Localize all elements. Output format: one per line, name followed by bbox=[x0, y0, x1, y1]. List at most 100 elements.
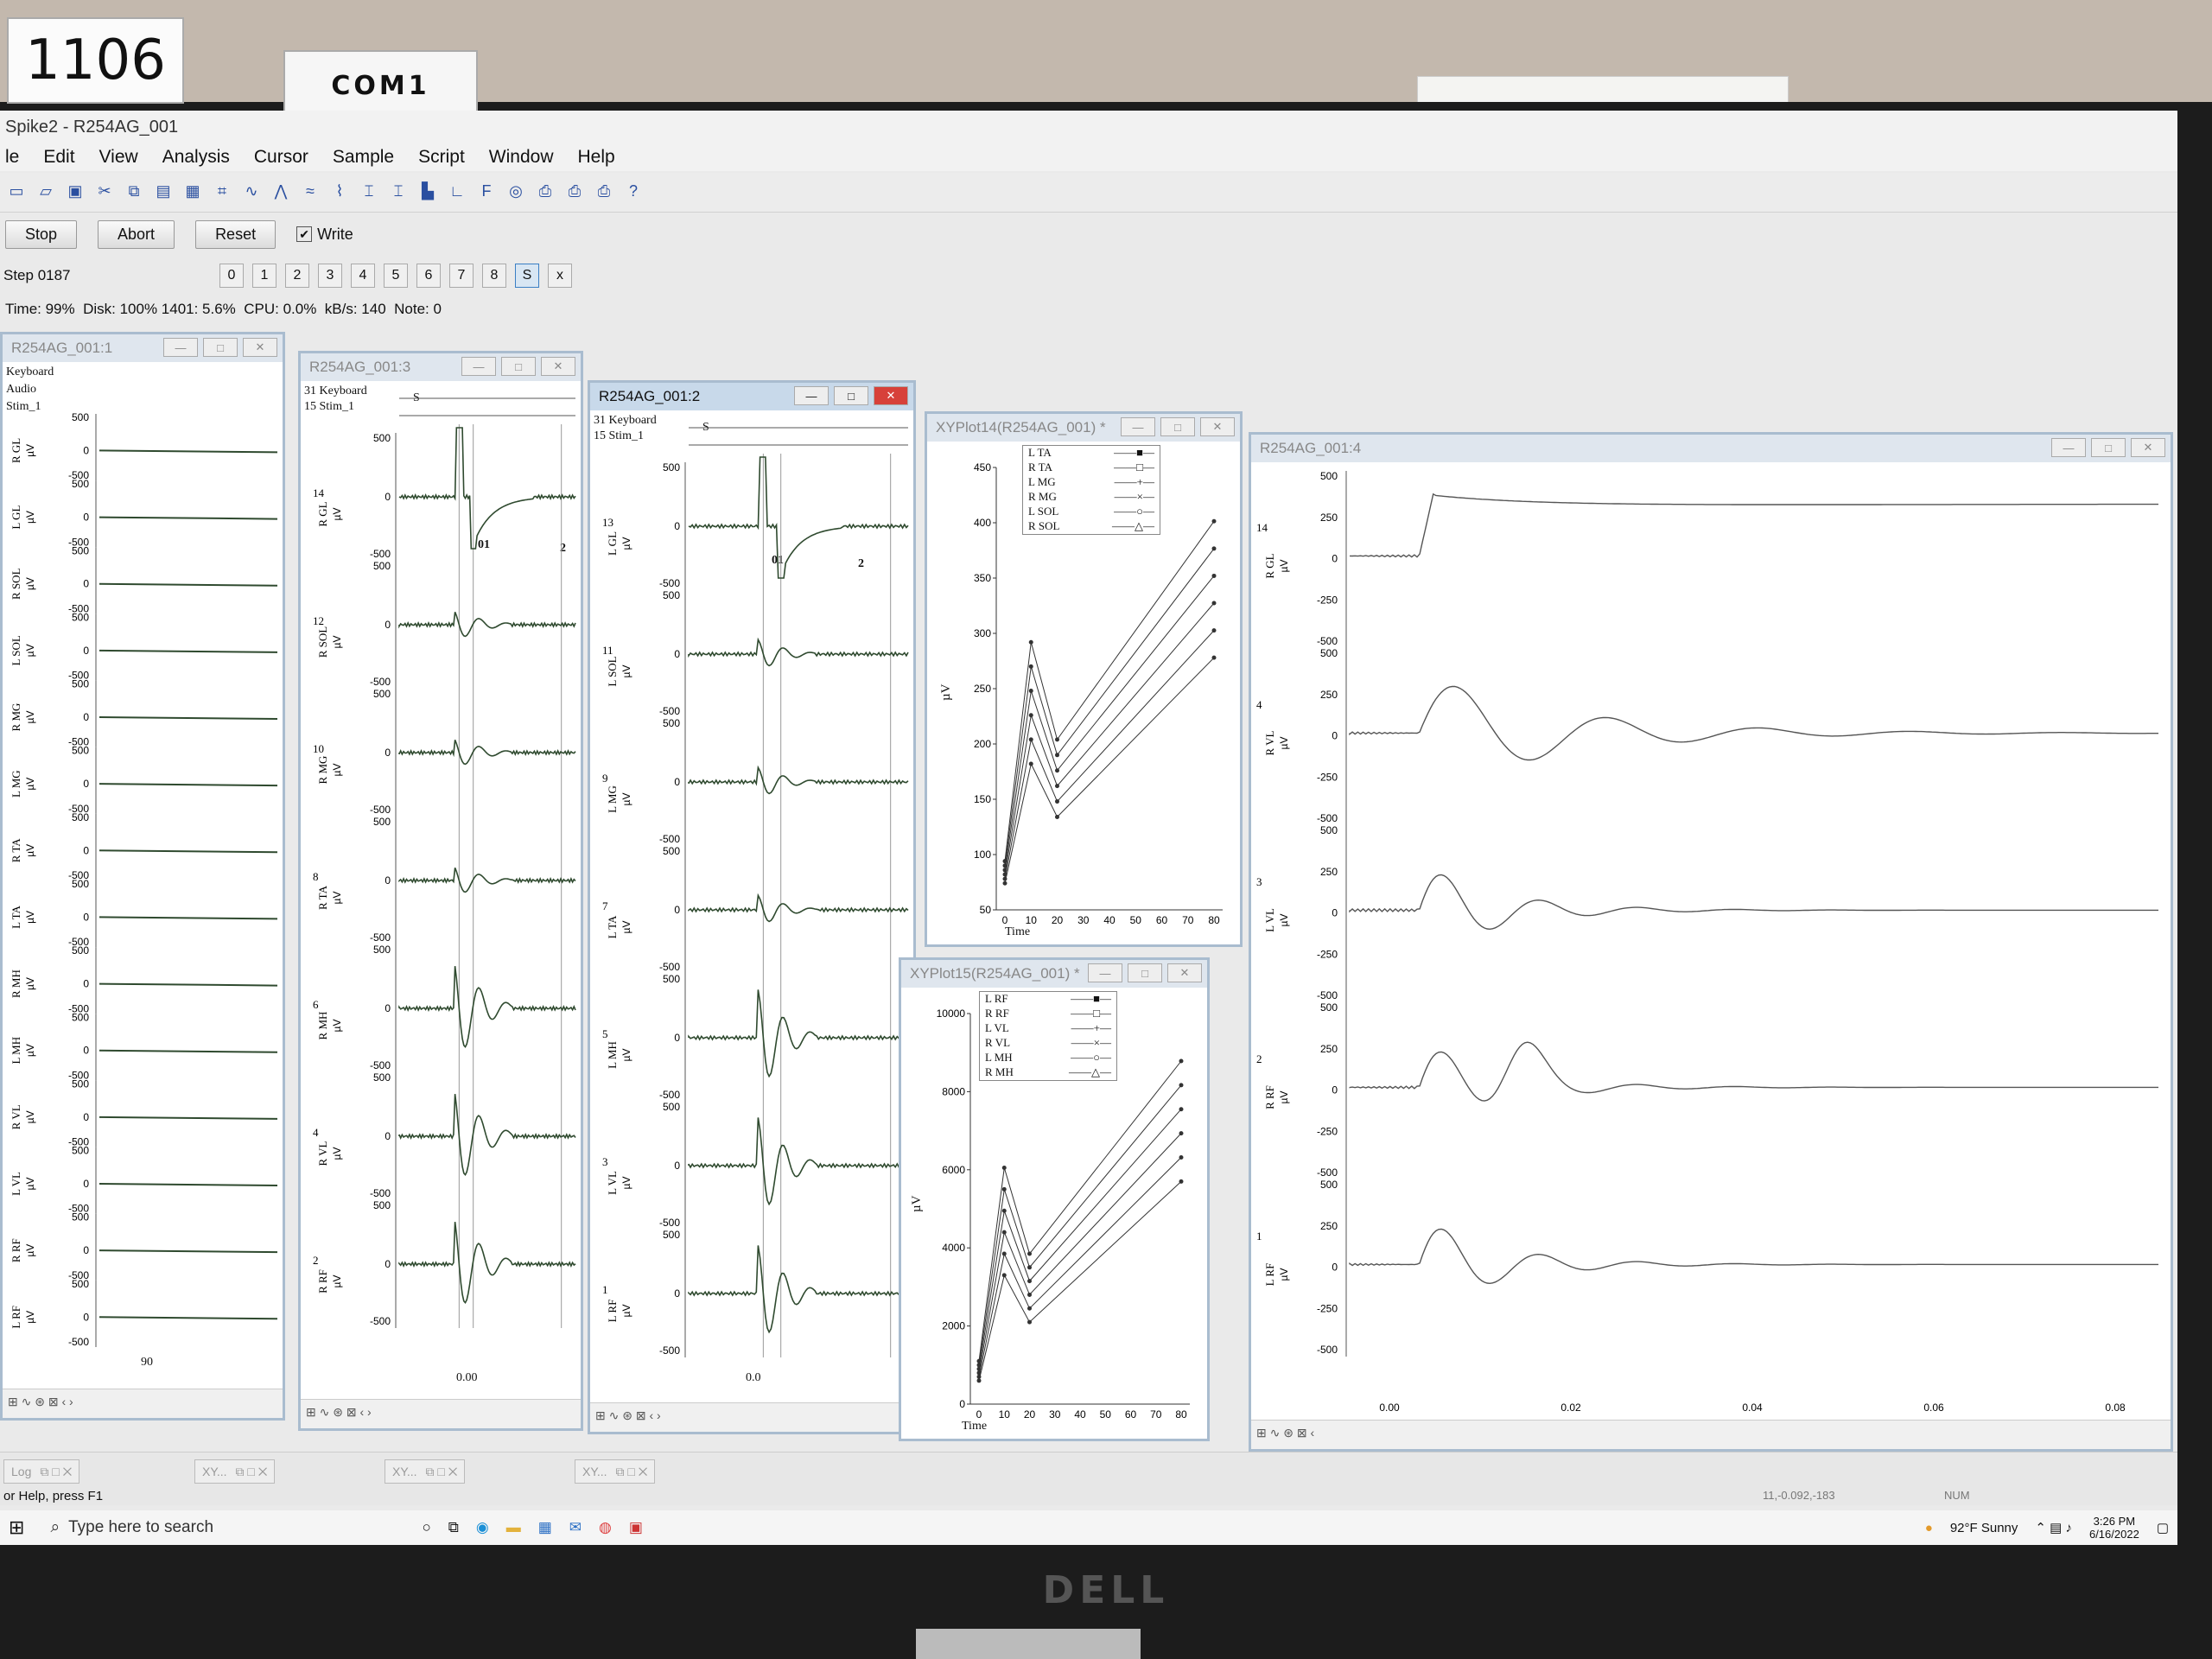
trace-area[interactable]: 31 Keyboard 15 Stim_1 S 01 2 14R GLµV500… bbox=[301, 381, 581, 1399]
edge-icon[interactable]: ◉ bbox=[476, 1519, 489, 1536]
waveform-icon[interactable]: ∿ bbox=[240, 180, 263, 202]
horizontal-scrollbar[interactable]: ⊞ ∿ ⊛ ⊠ ‹ › bbox=[301, 1399, 581, 1428]
step-button-1[interactable]: 1 bbox=[252, 264, 276, 288]
window-title-bar[interactable]: XYPlot14(R254AG_001) * — □ ✕ bbox=[927, 414, 1240, 442]
cut-icon[interactable]: ✂ bbox=[93, 180, 116, 202]
minimize-icon[interactable]: — bbox=[1121, 417, 1155, 436]
step-button-x[interactable]: x bbox=[548, 264, 572, 288]
save-icon[interactable]: ▣ bbox=[64, 180, 86, 202]
step-button-0[interactable]: 0 bbox=[219, 264, 244, 288]
copy-icon[interactable]: ⧉ bbox=[123, 180, 145, 202]
minimize-icon[interactable]: — bbox=[794, 386, 829, 405]
menu-analysis[interactable]: Analysis bbox=[162, 147, 230, 168]
close-icon[interactable]: ✕ bbox=[541, 357, 575, 376]
restore-icon[interactable]: ⧉ □ ✕ bbox=[236, 1465, 268, 1478]
close-icon[interactable]: ✕ bbox=[243, 338, 277, 357]
minimized-tab[interactable]: XY... ⧉ □ ✕ bbox=[194, 1459, 276, 1484]
print-icon[interactable]: ⎙ bbox=[534, 180, 556, 202]
minimize-icon[interactable]: — bbox=[163, 338, 198, 357]
histogram-icon[interactable]: ▙ bbox=[416, 180, 439, 202]
horizontal-scrollbar[interactable]: ⊞ ∿ ⊛ ⊠ ‹ › bbox=[3, 1389, 283, 1418]
menu-cursor[interactable]: Cursor bbox=[254, 147, 308, 168]
restore-icon[interactable]: ⧉ □ ✕ bbox=[426, 1465, 458, 1478]
print-3-icon[interactable]: ⎙ bbox=[593, 180, 615, 202]
restore-icon[interactable]: ⧉ □ ✕ bbox=[40, 1465, 72, 1478]
network-icon[interactable]: ⌃ ▤ ♪ bbox=[2035, 1520, 2072, 1535]
store-icon[interactable]: ▦ bbox=[538, 1519, 552, 1536]
trace-area[interactable]: 31 Keyboard 15 Stim_1 S 01 2 13L GLµV500… bbox=[590, 410, 913, 1402]
restore-icon[interactable]: ⧉ □ ✕ bbox=[616, 1465, 648, 1478]
window-title-bar[interactable]: R254AG_001:4 — □ ✕ bbox=[1251, 435, 2171, 462]
print-2-icon[interactable]: ⎙ bbox=[563, 180, 586, 202]
time-view-window-2[interactable]: R254AG_001:2 —□✕ 31 Keyboard 15 Stim_1 S… bbox=[588, 380, 916, 1434]
waveform-3-icon[interactable]: ≈ bbox=[299, 180, 321, 202]
cortana-icon[interactable]: ○ bbox=[422, 1519, 430, 1536]
minimize-icon[interactable]: — bbox=[1088, 963, 1122, 982]
horizontal-scrollbar[interactable]: ⊞ ∿ ⊛ ⊠ ‹ › bbox=[590, 1402, 913, 1432]
table-icon[interactable]: ▦ bbox=[181, 180, 204, 202]
window-title-bar[interactable]: R254AG_001:1 — □ ✕ bbox=[3, 334, 283, 362]
minimize-icon[interactable]: — bbox=[2051, 438, 2086, 457]
menu-help[interactable]: Help bbox=[578, 147, 615, 168]
windows-start-icon[interactable]: ⊞ bbox=[9, 1516, 24, 1539]
time-view-window-3[interactable]: R254AG_001:3 —□✕ 31 Keyboard 15 Stim_1 S… bbox=[298, 351, 583, 1431]
step-button-7[interactable]: 7 bbox=[449, 264, 474, 288]
cursor-icon[interactable]: ⌶ bbox=[358, 180, 380, 202]
maximize-icon[interactable]: □ bbox=[501, 357, 536, 376]
trace-area[interactable]: Keyboard Audio Stim_1 R GL µV 500 0 -500 L GL… bbox=[3, 362, 283, 1389]
spike2-icon[interactable]: ▣ bbox=[629, 1519, 643, 1536]
minimize-icon[interactable]: — bbox=[461, 357, 496, 376]
close-icon[interactable]: ✕ bbox=[1200, 417, 1235, 436]
color-icon[interactable]: ◎ bbox=[505, 180, 527, 202]
task-view-icon[interactable]: ⧉ bbox=[448, 1519, 459, 1536]
maximize-icon[interactable]: □ bbox=[2091, 438, 2126, 457]
stop-button[interactable]: Stop bbox=[5, 219, 78, 249]
minimized-tab[interactable]: Log ⧉ □ ✕ bbox=[3, 1459, 80, 1484]
step-button-3[interactable]: 3 bbox=[318, 264, 342, 288]
abort-button[interactable]: Abort bbox=[98, 219, 175, 249]
minimized-tab[interactable]: XY... ⧉ □ ✕ bbox=[575, 1459, 656, 1484]
xy-plot-15-window[interactable]: XYPlot15(R254AG_001) * — □ ✕ 10000 8000 6000… bbox=[899, 957, 1210, 1441]
xy-plot-area[interactable]: 10000 8000 6000 4000 2000 0 0 10 20 30 40 50 60 70 80 … bbox=[901, 988, 1207, 1439]
menu-view[interactable]: View bbox=[99, 147, 138, 168]
mail-icon[interactable]: ✉ bbox=[569, 1519, 582, 1536]
chrome-icon[interactable]: ◍ bbox=[599, 1519, 612, 1536]
menu-file[interactable]: le bbox=[5, 147, 19, 168]
trace-area[interactable]: 14 R GL µV 500 250 0 -250 -500 4 R VL µV 500 250 0 -25… bbox=[1251, 462, 2171, 1420]
menu-edit[interactable]: Edit bbox=[43, 147, 74, 168]
step-button-2[interactable]: 2 bbox=[285, 264, 309, 288]
horizontal-scrollbar[interactable]: ⊞ ∿ ⊛ ⊠ ‹ bbox=[1251, 1420, 2171, 1449]
menu-sample[interactable]: Sample bbox=[333, 147, 394, 168]
reset-button[interactable]: Reset bbox=[195, 219, 276, 249]
window-title-bar[interactable]: R254AG_001:2 — □ ✕ bbox=[590, 383, 913, 410]
step-button-4[interactable]: 4 bbox=[351, 264, 375, 288]
write-checkbox[interactable]: ✔ Write bbox=[296, 226, 353, 244]
new-file-icon[interactable]: ▭ bbox=[5, 180, 28, 202]
step-button-6[interactable]: 6 bbox=[416, 264, 441, 288]
open-folder-icon[interactable]: ▱ bbox=[35, 180, 57, 202]
step-button-s[interactable]: S bbox=[515, 264, 539, 288]
cursor-2-icon[interactable]: ⌶ bbox=[387, 180, 410, 202]
menu-script[interactable]: Script bbox=[418, 147, 465, 168]
step-button-5[interactable]: 5 bbox=[384, 264, 408, 288]
file-explorer-icon[interactable]: ▬ bbox=[506, 1519, 521, 1536]
weather-text[interactable]: 92°F Sunny bbox=[1950, 1521, 2018, 1535]
maximize-icon[interactable]: □ bbox=[1128, 963, 1162, 982]
clock[interactable]: 3:26 PM 6/16/2022 bbox=[2089, 1515, 2139, 1541]
xy-plot-14-window[interactable]: XYPlot14(R254AG_001) * — □ ✕ 450 400 350 300 2… bbox=[925, 411, 1243, 947]
xy-plot-area[interactable]: 450 400 350 300 250 200 150 100 50 0 10 20 30 40 50 60 7… bbox=[927, 442, 1240, 944]
close-icon[interactable]: ✕ bbox=[874, 386, 908, 405]
close-icon[interactable]: ✕ bbox=[2131, 438, 2165, 457]
time-view-window-1[interactable]: R254AG_001:1 — □ ✕ Keyboard Audio Stim_1 R… bbox=[0, 332, 285, 1421]
window-title-bar[interactable]: R254AG_001:3 — □ ✕ bbox=[301, 353, 581, 381]
xy-icon[interactable]: ⌗ bbox=[211, 180, 233, 202]
paste-icon[interactable]: ▤ bbox=[152, 180, 175, 202]
menu-window[interactable]: Window bbox=[489, 147, 554, 168]
maximize-icon[interactable]: □ bbox=[834, 386, 868, 405]
help-icon[interactable]: ? bbox=[622, 180, 645, 202]
minimized-tab[interactable]: XY... ⧉ □ ✕ bbox=[385, 1459, 466, 1484]
font-icon[interactable]: F bbox=[475, 180, 498, 202]
step-button-8[interactable]: 8 bbox=[482, 264, 506, 288]
maximize-icon[interactable]: □ bbox=[1160, 417, 1195, 436]
maximize-icon[interactable]: □ bbox=[203, 338, 238, 357]
